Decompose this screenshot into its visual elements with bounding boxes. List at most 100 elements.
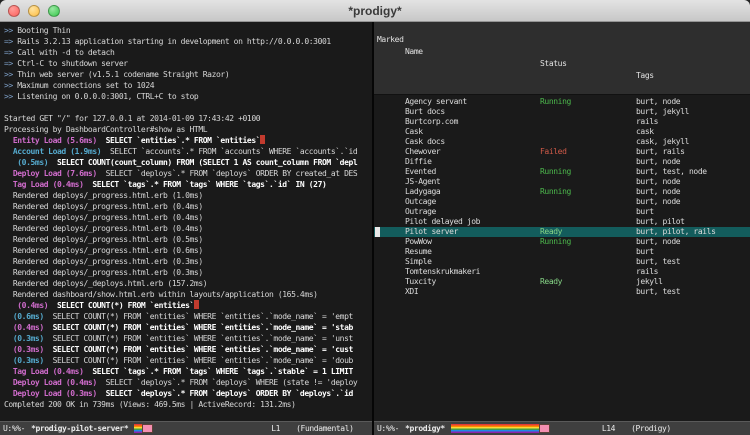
- titlebar[interactable]: *prodigy*: [0, 0, 750, 22]
- service-row[interactable]: Tomtenskrukmakeri rails: [374, 267, 750, 277]
- modeline-line-number: L1: [271, 424, 280, 433]
- service-row[interactable]: Cask docscask, jekyll: [374, 137, 750, 147]
- nyan-rainbow: [134, 424, 142, 433]
- service-status: Running: [540, 97, 571, 107]
- service-tags: burt, jekyll: [636, 107, 689, 117]
- right-modeline[interactable]: U:%%- *prodigy* L14 (Prodigy): [374, 421, 750, 435]
- service-row[interactable]: Pilot delayed jobburt, pilot: [374, 217, 750, 227]
- left-modeline[interactable]: U:%%- *prodigy-pilot-server* L1 (Fundame…: [0, 421, 372, 435]
- modeline-major-mode: (Prodigy): [631, 424, 671, 433]
- service-row[interactable]: Cask cask: [374, 127, 750, 137]
- service-tags: burt, pilot: [636, 217, 685, 227]
- service-name: Chewover: [405, 147, 440, 157]
- service-row[interactable]: Resumeburt: [374, 247, 750, 257]
- log-line: Deploy Load (0.3ms) SELECT `deploys`.* F…: [4, 388, 372, 399]
- log-line: Tag Load (0.4ms) SELECT `tags`.* FROM `t…: [4, 179, 372, 190]
- column-header-status[interactable]: Status: [540, 58, 567, 70]
- service-name: Evented: [405, 167, 436, 177]
- service-status: Running: [540, 187, 571, 197]
- service-row[interactable]: Ladygaga Running burt, node: [374, 187, 750, 197]
- trailing-whitespace-marker: [194, 300, 199, 309]
- service-tags: burt, node: [636, 187, 680, 197]
- service-tags: burt: [636, 207, 654, 217]
- minimize-button[interactable]: [28, 5, 40, 17]
- modeline-flags: U:%%-: [3, 424, 25, 433]
- service-tags: burt, node: [636, 197, 680, 207]
- service-status: Running: [540, 167, 571, 177]
- service-name: Burt docs: [405, 107, 445, 117]
- service-row[interactable]: Agency servantRunningburt, node: [374, 97, 750, 107]
- nyan-progress-bar: [451, 424, 550, 433]
- log-line: Rendered deploys/_progress.html.erb (0.4…: [4, 201, 372, 212]
- zoom-button[interactable]: [48, 5, 60, 17]
- log-line: (0.5ms) SELECT COUNT(count_column) FROM …: [4, 157, 372, 168]
- service-name: Cask docs: [405, 137, 445, 147]
- log-line: (0.4ms) SELECT COUNT(*) FROM `entities`: [4, 300, 372, 311]
- service-row[interactable]: Simpleburt, test: [374, 257, 750, 267]
- service-name: JS-Agent: [405, 177, 440, 187]
- log-line: Completed 200 OK in 739ms (Views: 469.5m…: [4, 399, 372, 410]
- log-line: Rendered deploys/_progress.html.erb (0.5…: [4, 234, 372, 245]
- service-row[interactable]: Outcage burt, node: [374, 197, 750, 207]
- nyan-rainbow: [451, 424, 539, 433]
- log-line: (0.6ms) SELECT COUNT(*) FROM `entities` …: [4, 311, 372, 322]
- nyan-progress-bar: [134, 424, 153, 433]
- log-line: >> Maximum connections set to 1024: [4, 80, 372, 91]
- modeline-flags: U:%%-: [377, 424, 399, 433]
- log-line: Rendered deploys/_progress.html.erb (0.3…: [4, 267, 372, 278]
- log-line: Rendered deploys/_progress.html.erb (0.4…: [4, 212, 372, 223]
- service-tags: burt, pilot, rails: [636, 227, 716, 237]
- services-pane: Marked Name Status Tags Agency servantRu…: [374, 22, 750, 435]
- emacs-window: *prodigy* >> Booting Thin=> Rails 3.2.13…: [0, 0, 750, 435]
- log-line: Rendered dashboard/show.html.erb within …: [4, 289, 372, 300]
- service-row-selected[interactable]: Pilot serverReadyburt, pilot, rails: [374, 227, 750, 237]
- service-row[interactable]: Diffieburt, node: [374, 157, 750, 167]
- log-line: >> Booting Thin: [4, 25, 372, 36]
- service-row[interactable]: Chewover Failed burt, rails: [374, 147, 750, 157]
- service-status: Running: [540, 237, 571, 247]
- service-name: Burtcorp.com: [405, 117, 458, 127]
- log-line: => Call with -d to detach: [4, 47, 372, 58]
- service-tags: burt, node: [636, 157, 680, 167]
- nyan-cat-icon: [142, 424, 153, 433]
- log-line: >> Listening on 0.0.0.0:3001, CTRL+C to …: [4, 91, 372, 102]
- service-name: PowWow: [405, 237, 432, 247]
- service-row[interactable]: PowWowRunningburt, node: [374, 237, 750, 247]
- log-line: Deploy Load (0.4ms) SELECT `deploys`.* F…: [4, 377, 372, 388]
- service-row[interactable]: XDIburt, test: [374, 287, 750, 297]
- service-name: Cask: [405, 127, 423, 137]
- service-row[interactable]: Burt docs burt, jekyll: [374, 107, 750, 117]
- server-log[interactable]: >> Booting Thin=> Rails 3.2.13 applicati…: [0, 22, 372, 421]
- service-name: Tomtenskrukmakeri: [405, 267, 480, 277]
- service-name: Tuxcity: [405, 277, 436, 287]
- service-name: XDI: [405, 287, 418, 297]
- service-tags: burt, node: [636, 177, 680, 187]
- services-rows: Agency servantRunningburt, nodeBurt docs…: [374, 95, 750, 421]
- service-row[interactable]: TuxcityReadyjekyll: [374, 277, 750, 287]
- service-name: Ladygaga: [405, 187, 440, 197]
- service-tags: burt, node: [636, 97, 680, 107]
- log-line: (0.3ms) SELECT COUNT(*) FROM `entities` …: [4, 344, 372, 355]
- log-line: Tag Load (0.4ms) SELECT `tags`.* FROM `t…: [4, 366, 372, 377]
- modeline-buffer-name: *prodigy-pilot-server*: [31, 424, 128, 433]
- log-line: (0.3ms) SELECT COUNT(*) FROM `entities` …: [4, 333, 372, 344]
- service-name: Outcage: [405, 197, 436, 207]
- close-button[interactable]: [8, 5, 20, 17]
- column-header-marked[interactable]: Marked: [377, 34, 404, 46]
- service-row[interactable]: EventedRunningburt, test, node: [374, 167, 750, 177]
- service-name: Resume: [405, 247, 432, 257]
- service-tags: cask: [636, 127, 654, 137]
- service-row[interactable]: Outrageburt: [374, 207, 750, 217]
- modeline-line-number: L14: [602, 424, 615, 433]
- cursor-block: [375, 227, 380, 237]
- service-row[interactable]: JS-Agent burt, node: [374, 177, 750, 187]
- log-pane: >> Booting Thin=> Rails 3.2.13 applicati…: [0, 22, 372, 435]
- service-tags: rails: [636, 267, 658, 277]
- log-line: => Rails 3.2.13 application starting in …: [4, 36, 372, 47]
- column-header-tags[interactable]: Tags: [636, 70, 654, 82]
- service-status: Failed: [540, 147, 567, 157]
- service-tags: burt, rails: [636, 147, 685, 157]
- service-row[interactable]: Burtcorp.comrails: [374, 117, 750, 127]
- log-line: (0.4ms) SELECT COUNT(*) FROM `entities` …: [4, 322, 372, 333]
- column-header-name[interactable]: Name: [405, 46, 423, 58]
